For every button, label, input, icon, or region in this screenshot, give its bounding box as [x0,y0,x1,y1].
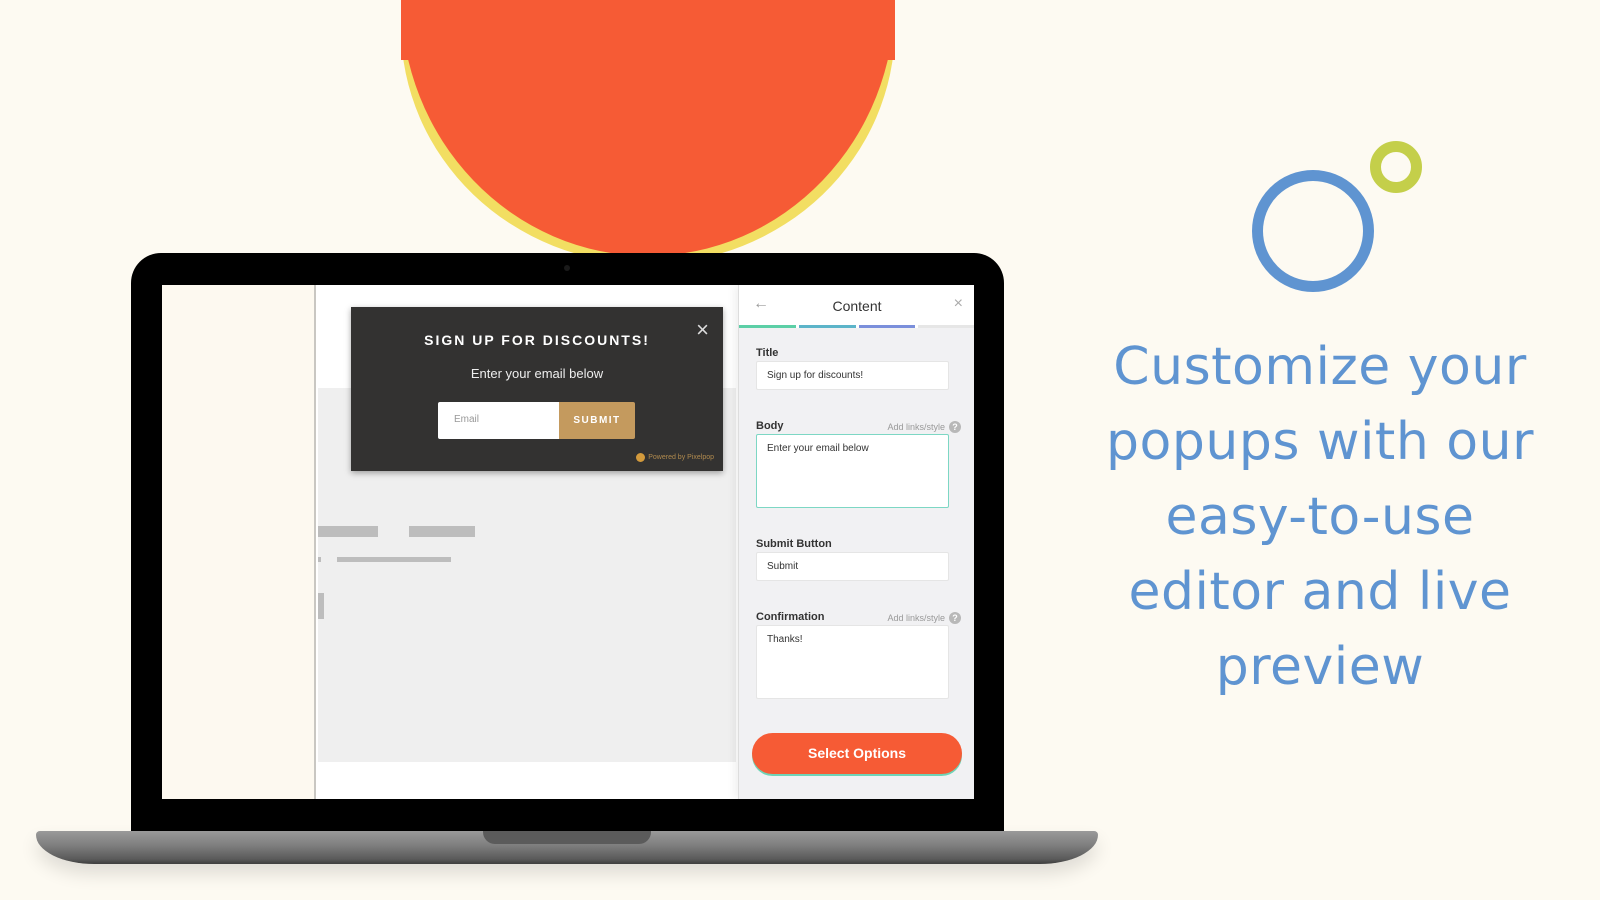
laptop-notch [483,831,651,844]
step-progress [739,325,974,328]
submit-button[interactable]: SUBMIT [559,402,635,439]
green-ring-decoration [1370,141,1422,193]
title-label: Title [756,347,779,359]
placeholder-bar [409,526,475,537]
submit-button-input[interactable]: Submit [756,552,949,581]
powered-by-text: Powered by Pixelpop [648,454,714,461]
close-icon[interactable]: × [954,295,963,313]
placeholder-bar [337,557,451,562]
placeholder-bar [318,593,324,619]
popup-title: SIGN UP FOR DISCOUNTS! [424,332,650,348]
popup-body: Enter your email below [470,366,604,381]
decorative-orange-shape-top [401,0,895,60]
select-options-button[interactable]: Select Options [752,733,962,774]
title-input[interactable]: Sign up for discounts! [756,361,949,390]
close-icon[interactable]: × [696,319,709,341]
editor-title: Content [832,298,882,314]
add-links-style-text: Add links/style [887,422,945,432]
progress-step [798,325,856,328]
progress-step [918,325,974,328]
laptop-display: SIGN UP FOR DISCOUNTS! × Enter your emai… [162,285,974,799]
signup-popup-preview: SIGN UP FOR DISCOUNTS! × Enter your emai… [351,307,723,471]
pixelpop-logo-icon [636,453,646,462]
email-field[interactable]: Email [438,402,559,439]
body-add-links-style[interactable]: Add links/style ? [887,421,961,433]
progress-step [739,325,796,328]
help-icon[interactable]: ? [949,421,961,433]
body-label: Body [756,420,784,432]
body-textarea[interactable]: Enter your email below [756,434,949,508]
confirmation-textarea[interactable]: Thanks! [756,625,949,699]
placeholder-bar [318,526,378,537]
powered-by-link[interactable]: Powered by Pixelpop [636,453,714,462]
camera-icon [564,265,570,271]
confirmation-label: Confirmation [756,611,825,623]
left-panel [162,285,316,799]
progress-step [858,325,916,328]
placeholder-bar [318,557,321,562]
blue-ring-decoration [1252,170,1374,292]
editor-header: ← Content × [739,285,974,328]
confirmation-add-links-style[interactable]: Add links/style ? [887,612,961,624]
submit-button-label: Submit Button [756,538,832,550]
content-editor-panel: ← Content × Title Sign up for discounts!… [738,285,974,799]
tagline-heading: Customize your popups with our easy-to-u… [1106,337,1534,697]
help-icon[interactable]: ? [949,612,961,624]
add-links-style-text: Add links/style [887,613,945,623]
